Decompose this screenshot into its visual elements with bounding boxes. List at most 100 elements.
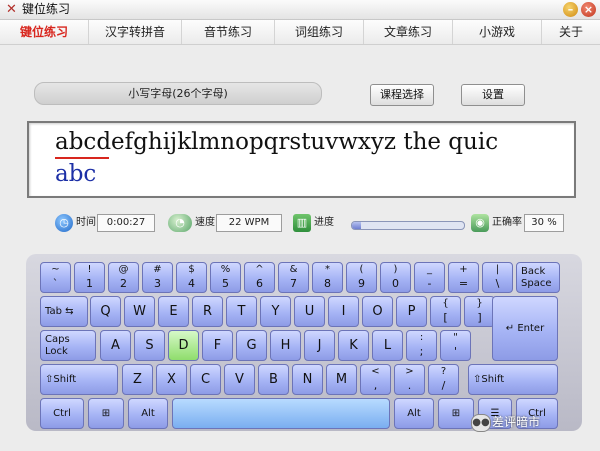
key-punct2-0[interactable]: <,: [360, 364, 391, 395]
key--[interactable]: _ -: [414, 262, 445, 293]
key-label: ⇧Shift: [473, 373, 505, 385]
time-value: 0:00:27: [97, 214, 155, 232]
key-b[interactable]: B: [258, 364, 289, 395]
key-left-alt[interactable]: Alt: [128, 398, 168, 429]
key-left-ctrl[interactable]: Ctrl: [40, 398, 84, 429]
key-u[interactable]: U: [294, 296, 325, 327]
key-bracket-1[interactable]: }]: [464, 296, 495, 327]
key-left-windows[interactable]: ⊞: [88, 398, 124, 429]
key-n[interactable]: N: [292, 364, 323, 395]
wechat-icon: ●●: [471, 414, 491, 432]
key-shift-label: {: [442, 298, 449, 309]
key-base-label: =: [458, 277, 469, 290]
key-k[interactable]: K: [338, 330, 369, 361]
tab-syllable-practice[interactable]: 音节练习: [182, 20, 275, 44]
key-g[interactable]: G: [236, 330, 267, 361]
key-caps-lock[interactable]: Caps Lock: [40, 330, 96, 361]
key-z[interactable]: Z: [122, 364, 153, 395]
key-6[interactable]: ^ 6: [244, 262, 275, 293]
key-`[interactable]: ~ `: [40, 262, 71, 293]
key-label: W: [133, 303, 146, 319]
key-label: Tab ⇆: [45, 305, 74, 317]
key-0[interactable]: ) 0: [380, 262, 411, 293]
key-m[interactable]: M: [326, 364, 357, 395]
key-label: R: [202, 303, 213, 319]
key-shift-label: &: [289, 264, 298, 275]
tab-key-practice[interactable]: 键位练习: [0, 20, 89, 44]
key-label: C: [200, 371, 211, 387]
key-=[interactable]: + =: [448, 262, 479, 293]
key-c[interactable]: C: [190, 364, 221, 395]
key-w[interactable]: W: [124, 296, 155, 327]
key-bracket-0[interactable]: {[: [430, 296, 461, 327]
key-right-windows[interactable]: ⊞: [438, 398, 474, 429]
key-punct-1[interactable]: " ': [440, 330, 471, 361]
key-shift-label: @: [118, 264, 129, 275]
close-button[interactable]: ×: [581, 2, 596, 17]
key-shift-label: <: [371, 366, 380, 377]
key-f[interactable]: F: [202, 330, 233, 361]
key-punct-0[interactable]: :;: [406, 330, 437, 361]
key-y[interactable]: Y: [260, 296, 291, 327]
key-label: Ctrl: [53, 407, 71, 419]
tab-phrase-practice[interactable]: 词组练习: [275, 20, 364, 44]
status-bar: ◷ 时间 0:00:27 ◔ 速度 22 WPM ▥ 进度 ◉ 正确率 30 %: [0, 212, 600, 234]
key-label: D: [178, 337, 189, 353]
key-v[interactable]: V: [224, 364, 255, 395]
key-s[interactable]: S: [134, 330, 165, 361]
key-t[interactable]: T: [226, 296, 257, 327]
key-shift-label: (: [359, 264, 364, 275]
key-label: F: [213, 337, 222, 353]
key-2[interactable]: @2: [108, 262, 139, 293]
key-1[interactable]: ! 1: [74, 262, 105, 293]
key-base-label: 0: [392, 277, 399, 290]
key-label: Alt: [141, 407, 155, 419]
key-enter[interactable]: ↵ Enter: [492, 296, 558, 361]
key-label-line: Space: [521, 277, 552, 289]
key-right-shift[interactable]: ⇧Shift: [468, 364, 558, 395]
minimize-button[interactable]: –: [563, 2, 578, 17]
tab-article-practice[interactable]: 文章练习: [364, 20, 453, 44]
key-shift-label: *: [325, 264, 330, 275]
key-tab[interactable]: Tab ⇆: [40, 296, 88, 327]
key-x[interactable]: X: [156, 364, 187, 395]
key-space[interactable]: [172, 398, 390, 429]
key-label: B: [269, 371, 278, 387]
key-7[interactable]: & 7: [278, 262, 309, 293]
key-i[interactable]: I: [328, 296, 359, 327]
course-select-button[interactable]: 课程选择: [370, 84, 434, 106]
key-left-shift[interactable]: ⇧Shift: [40, 364, 118, 395]
key-4[interactable]: $4: [176, 262, 207, 293]
key-a[interactable]: A: [100, 330, 131, 361]
key-8[interactable]: * 8: [312, 262, 343, 293]
key-5[interactable]: % 5: [210, 262, 241, 293]
key-d[interactable]: D: [168, 330, 199, 361]
key-\[interactable]: | \: [482, 262, 513, 293]
speed-value: 22 WPM: [216, 214, 282, 232]
key-backspace[interactable]: Back Space: [516, 262, 560, 293]
key-q[interactable]: Q: [90, 296, 121, 327]
tab-about[interactable]: 关于: [542, 20, 600, 44]
key-p[interactable]: P: [396, 296, 427, 327]
key-3[interactable]: #3: [142, 262, 173, 293]
key-j[interactable]: J: [304, 330, 335, 361]
key-h[interactable]: H: [270, 330, 301, 361]
key-right-alt[interactable]: Alt: [394, 398, 434, 429]
key-base-label: 9: [358, 277, 365, 290]
key-l[interactable]: L: [372, 330, 403, 361]
settings-button[interactable]: 设置: [461, 84, 525, 106]
key-punct2-1[interactable]: >.: [394, 364, 425, 395]
key-punct2-2[interactable]: ? /: [428, 364, 459, 395]
time-label: 时间: [76, 217, 96, 228]
key-r[interactable]: R: [192, 296, 223, 327]
key-label: T: [237, 303, 246, 319]
key-e[interactable]: E: [158, 296, 189, 327]
tab-mini-games[interactable]: 小游戏: [453, 20, 542, 44]
key-base-label: ': [453, 345, 458, 358]
tab-hanzi-to-pinyin[interactable]: 汉字转拼音: [89, 20, 182, 44]
key-o[interactable]: O: [362, 296, 393, 327]
key-9[interactable]: (9: [346, 262, 377, 293]
key-label-line: Back: [521, 265, 546, 277]
key-label: Q: [100, 303, 111, 319]
typing-area[interactable]: abcdefghijklmnopqrstuvwxyz the quic abc: [27, 121, 576, 198]
